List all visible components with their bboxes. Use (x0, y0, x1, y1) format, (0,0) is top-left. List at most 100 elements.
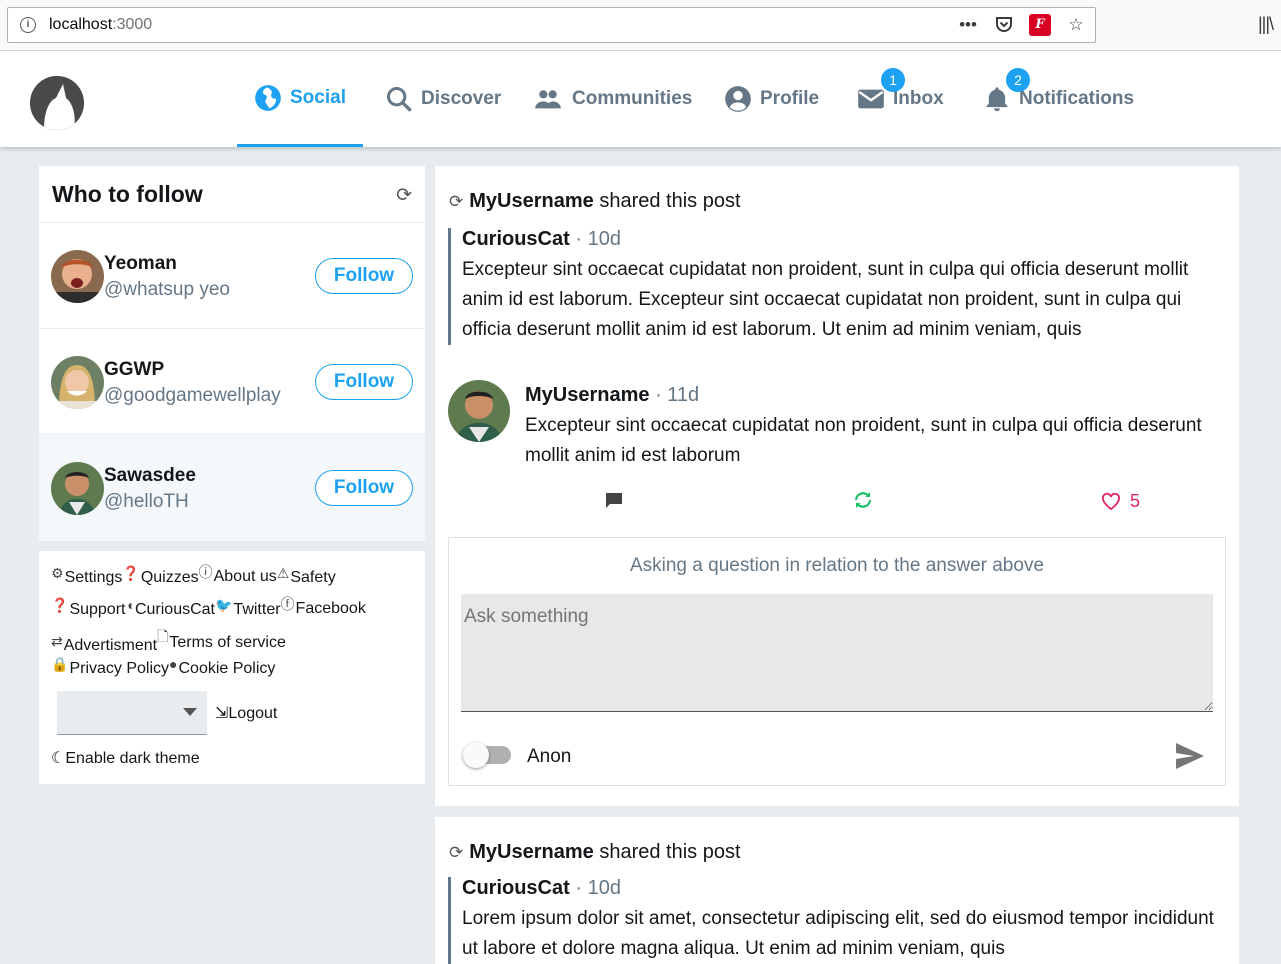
nav-discover-label: Discover (421, 88, 502, 109)
dark-theme-toggle[interactable]: ☾Enable dark theme (51, 748, 200, 768)
follow-button[interactable]: Follow (315, 470, 413, 506)
nav-profile-label: Profile (760, 88, 820, 109)
cat-icon: ◖ (125, 597, 134, 613)
footer-link-cookie[interactable]: ● Cookie Policy (169, 656, 275, 678)
reply-author[interactable]: MyUsername (525, 384, 650, 406)
user-handle: @whatsup yeo (104, 279, 230, 300)
account-icon (725, 86, 751, 112)
nav-discover[interactable]: Discover (385, 51, 501, 147)
quote-author[interactable]: CuriousCat (462, 228, 570, 250)
quote-text: Excepteur sint occaecat cupidatat non pr… (462, 259, 1189, 340)
sharer-name[interactable]: MyUsername (469, 841, 594, 863)
share-button[interactable] (853, 491, 873, 514)
gear-icon: ⚙ (51, 564, 64, 581)
footer-link-support[interactable]: ❓ Support (51, 597, 125, 619)
sharer-name[interactable]: MyUsername (469, 190, 594, 212)
refresh-icon[interactable]: ⟳ (396, 184, 412, 207)
footer-link-quizzes[interactable]: ❓ Quizzes (122, 565, 198, 587)
quoted-post[interactable]: CuriousCat · 10d Lorem ipsum dolor sit a… (448, 877, 1228, 964)
warning-icon: ⚠ (276, 564, 290, 581)
footer-link-curiouscat[interactable]: ◖ CuriousCat (125, 597, 215, 619)
share-header: ⟳ MyUsername shared this post (449, 841, 741, 863)
mail-icon (858, 89, 884, 109)
pocket-icon[interactable] (993, 14, 1015, 36)
footer-links-card: ⚙ Settings ❓ Quizzes ⓘ About us ⚠ Safety ❓ Su… (39, 551, 425, 784)
info-icon: ⓘ (198, 564, 213, 580)
footer-link-facebook[interactable]: ⓕ Facebook (281, 596, 366, 619)
people-icon (535, 90, 561, 109)
comment-icon (606, 493, 622, 508)
twitter-icon: 🐦 (214, 596, 233, 613)
nav-profile[interactable]: Profile (724, 51, 819, 147)
avatar[interactable] (51, 462, 104, 515)
footer-link-privacy[interactable]: 🔒 Privacy Policy (51, 656, 169, 678)
follow-button[interactable]: Follow (315, 364, 413, 400)
site-logo[interactable] (30, 76, 84, 130)
browser-toolbar: i localhost:3000 ••• F ☆ |||\ (0, 0, 1281, 51)
reply-text: Excepteur sint occaecat cupidatat non pr… (525, 415, 1202, 466)
follow-suggestion: Yeoman @whatsup yeo Follow (39, 223, 425, 329)
ask-input[interactable] (461, 594, 1213, 712)
user-name[interactable]: GGWP (104, 359, 164, 381)
user-name[interactable]: Sawasdee (104, 465, 196, 487)
user-name[interactable]: Yeoman (104, 253, 177, 275)
address-bar[interactable]: i localhost:3000 ••• F ☆ (7, 7, 1096, 43)
footer-link-terms[interactable]: 🗋 Terms of service (157, 628, 286, 655)
avatar[interactable] (51, 356, 104, 409)
library-icon[interactable]: |||\ (1258, 14, 1274, 35)
nav-social[interactable]: Social (237, 51, 363, 147)
ask-question-form: Asking a question in relation to the ans… (448, 537, 1226, 786)
share-header: ⟳ MyUsername shared this post (449, 190, 741, 212)
share-icon (855, 492, 871, 508)
anon-toggle[interactable] (463, 742, 511, 768)
feed-post: ⟳ MyUsername shared this post CuriousCat… (435, 817, 1239, 964)
url-text[interactable]: localhost:3000 (49, 16, 152, 34)
feed-post: ⟳ MyUsername shared this post CuriousCat… (435, 166, 1239, 806)
nav-notifications-label: Notifications (1019, 88, 1135, 109)
nav-communities[interactable]: Communities (532, 51, 692, 147)
follow-button[interactable]: Follow (315, 258, 413, 294)
user-handle: @goodgamewellplay (104, 385, 281, 406)
footer-link-safety[interactable]: ⚠ Safety (277, 565, 336, 587)
notifications-badge: 2 (1006, 68, 1030, 92)
bookmark-star-icon[interactable]: ☆ (1065, 14, 1087, 36)
avatar[interactable] (448, 380, 510, 442)
handshake-icon: ⇄ (51, 632, 63, 649)
comment-button[interactable] (605, 491, 623, 514)
footer-link-settings[interactable]: ⚙ Settings (51, 565, 122, 587)
nav-inbox[interactable]: Inbox (857, 51, 944, 147)
document-icon: 🗋 (157, 628, 169, 644)
follow-suggestion: GGWP @goodgamewellplay Follow (39, 329, 425, 435)
help-icon: ❓ (122, 564, 140, 581)
share-icon: ⟳ (449, 842, 464, 862)
footer-link-about[interactable]: ⓘ About us (199, 564, 277, 587)
heart-icon (1102, 493, 1120, 510)
more-icon[interactable]: ••• (957, 14, 979, 36)
top-navigation: Social Discover Communities Profile Inbo… (0, 51, 1281, 147)
nav-communities-label: Communities (572, 88, 693, 109)
send-icon (1176, 743, 1204, 769)
logout-icon: ⇲ (215, 705, 229, 722)
site-info-icon[interactable]: i (20, 17, 36, 33)
who-to-follow-card: Who to follow ⟳ Yeoman @whatsup yeo Foll… (39, 166, 425, 541)
logout-link[interactable]: ⇲Logout (215, 703, 277, 723)
footer-link-advertisment[interactable]: ⇄ Advertisment (51, 633, 157, 655)
chevron-down-icon (183, 708, 197, 716)
quote-text: Lorem ipsum dolor sit amet, consectetur … (462, 908, 1214, 959)
like-count: 5 (1130, 491, 1141, 511)
who-to-follow-title: Who to follow (52, 181, 203, 207)
search-icon (386, 86, 412, 112)
nav-notifications[interactable]: Notifications (983, 51, 1134, 147)
send-button[interactable] (1175, 742, 1205, 770)
avatar[interactable] (51, 250, 104, 303)
footer-link-twitter[interactable]: 🐦 Twitter (215, 597, 281, 619)
extension-icon[interactable]: F (1029, 14, 1051, 36)
quote-author[interactable]: CuriousCat (462, 877, 570, 899)
like-button[interactable]: 5 (1102, 491, 1140, 512)
facebook-icon: ⓕ (280, 596, 295, 612)
nav-social-label: Social (290, 86, 346, 108)
language-select[interactable] (57, 691, 207, 735)
quoted-post[interactable]: CuriousCat · 10d Excepteur sint occaecat… (448, 228, 1228, 345)
ask-title: Asking a question in relation to the ans… (629, 555, 1045, 576)
follow-suggestion: Sawasdee @helloTH Follow (39, 435, 425, 541)
